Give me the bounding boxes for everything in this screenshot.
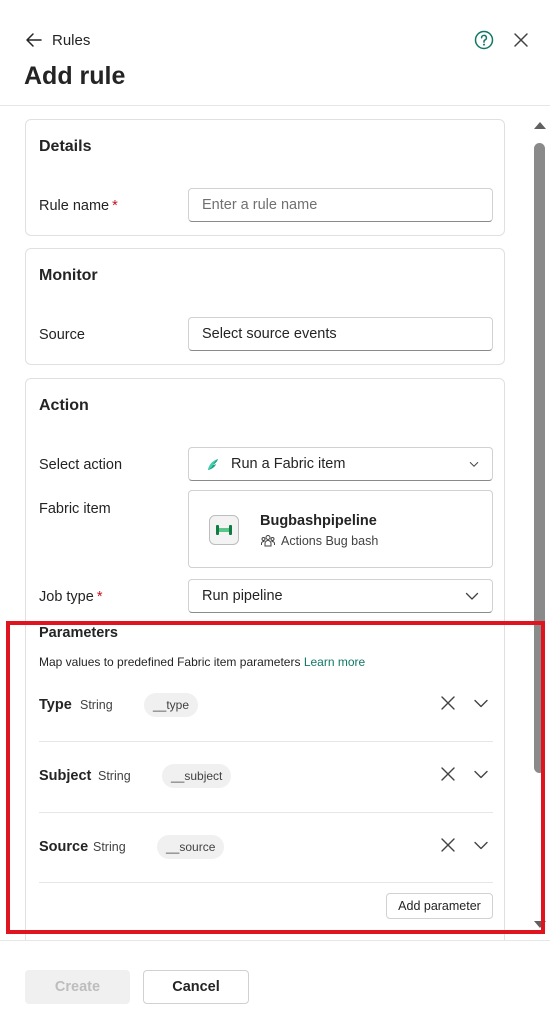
source-events-value: Select source events xyxy=(202,326,337,342)
select-action-value: Run a Fabric item xyxy=(231,456,346,472)
param-divider xyxy=(39,741,493,742)
workspace-people-icon xyxy=(261,535,275,547)
job-type-value: Run pipeline xyxy=(202,588,283,604)
param-divider xyxy=(39,882,493,883)
param-value-chip-type[interactable]: __type xyxy=(144,693,199,717)
param-divider xyxy=(39,812,493,813)
expand-chevron-icon[interactable] xyxy=(472,765,490,783)
pipeline-icon xyxy=(209,515,239,545)
action-card: Action Select action Run a Fabric item F… xyxy=(25,378,505,940)
job-type-label-text: Job type xyxy=(39,589,94,605)
scroll-up-arrow-icon[interactable] xyxy=(532,119,548,131)
param-value-chip-source[interactable]: __source xyxy=(157,835,225,859)
parameters-description: Map values to predefined Fabric item par… xyxy=(39,655,365,669)
job-type-label: Job type * xyxy=(39,589,102,605)
rule-name-label: Rule name * xyxy=(39,198,118,214)
details-title: Details xyxy=(39,138,92,155)
form-scroll-area: Details Rule name * Enter a rule name Mon… xyxy=(0,107,550,940)
rule-name-placeholder: Enter a rule name xyxy=(202,197,318,213)
workspace-name: Actions Bug bash xyxy=(281,534,379,548)
param-name-source: Source xyxy=(39,839,89,855)
parameters-description-text: Map values to predefined Fabric item par… xyxy=(39,655,301,669)
job-type-dropdown[interactable]: Run pipeline xyxy=(188,579,493,613)
fabric-item-card[interactable]: Bugbashpipeline Actions Bug bash xyxy=(188,490,493,568)
rule-name-label-text: Rule name xyxy=(39,198,110,214)
fabric-item-label: Fabric item xyxy=(39,501,111,517)
fabric-logo-icon xyxy=(208,459,218,470)
help-icon[interactable] xyxy=(473,29,495,51)
expand-chevron-icon[interactable] xyxy=(472,694,490,712)
vertical-scrollbar[interactable] xyxy=(530,107,550,940)
select-action-dropdown[interactable]: Run a Fabric item xyxy=(188,447,493,481)
create-button[interactable]: Create xyxy=(25,970,130,1004)
add-parameter-button[interactable]: Add parameter xyxy=(386,893,493,919)
source-events-selector[interactable]: Select source events xyxy=(188,317,493,351)
back-to-rules-button[interactable]: Rules xyxy=(24,28,90,52)
scroll-down-arrow-icon[interactable] xyxy=(532,919,548,931)
param-type-source: String xyxy=(93,840,126,854)
select-action-label: Select action xyxy=(39,457,123,473)
remove-parameter-icon[interactable] xyxy=(439,765,457,783)
param-type-type: String xyxy=(80,698,113,712)
arrow-left-icon xyxy=(26,33,42,47)
action-title: Action xyxy=(39,397,89,414)
remove-parameter-icon[interactable] xyxy=(439,694,457,712)
panel-footer: Create Cancel xyxy=(0,940,550,1020)
close-icon[interactable] xyxy=(510,29,532,51)
required-mark: * xyxy=(96,589,103,605)
scrollbar-thumb[interactable] xyxy=(534,143,545,773)
panel-header: Rules Add rule xyxy=(0,0,550,106)
fabric-item-name: Bugbashpipeline xyxy=(260,513,377,529)
fabric-item-workspace: Actions Bug bash xyxy=(260,533,378,549)
pipeline-glyph-icon xyxy=(216,525,232,535)
monitor-card: Monitor Source Select source events xyxy=(25,248,505,365)
param-value-chip-subject[interactable]: __subject xyxy=(162,764,232,788)
rule-name-input[interactable]: Enter a rule name xyxy=(188,188,493,222)
chevron-down-icon xyxy=(469,462,479,467)
chevron-down-icon xyxy=(465,592,479,600)
details-card: Details Rule name * Enter a rule name xyxy=(25,119,505,236)
learn-more-link[interactable]: Learn more xyxy=(304,655,365,669)
param-type-subject: String xyxy=(98,769,131,783)
monitor-title: Monitor xyxy=(39,267,98,284)
remove-parameter-icon[interactable] xyxy=(439,836,457,854)
cancel-button[interactable]: Cancel xyxy=(143,970,249,1004)
required-mark: * xyxy=(112,198,118,214)
page-title: Add rule xyxy=(24,62,126,90)
param-name-subject: Subject xyxy=(39,768,92,784)
expand-chevron-icon[interactable] xyxy=(472,836,490,854)
param-name-type: Type xyxy=(39,697,72,713)
back-label: Rules xyxy=(52,31,91,49)
source-label: Source xyxy=(39,327,85,343)
parameters-title: Parameters xyxy=(39,625,118,641)
